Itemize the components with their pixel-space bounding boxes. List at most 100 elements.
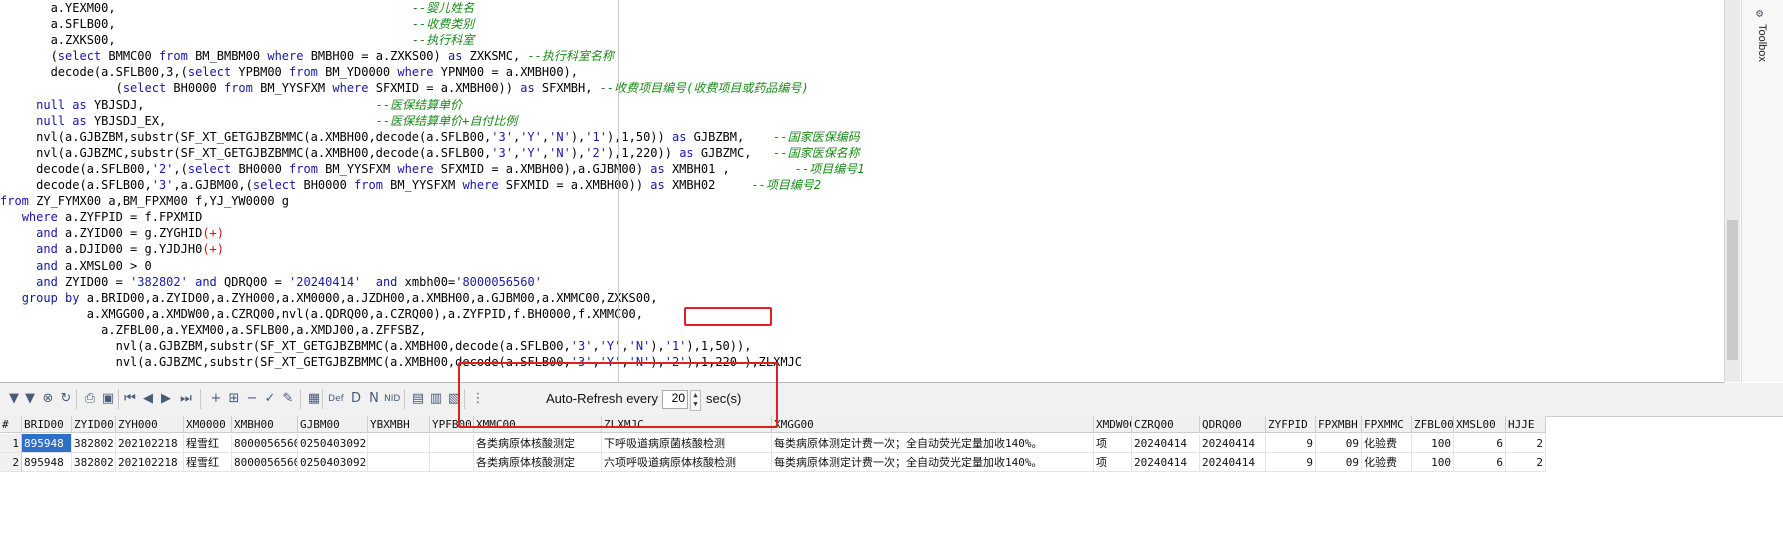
grid-cell[interactable]: 各类病原体核酸测定 — [474, 453, 602, 472]
code-token: a.ZFBL00,a.YEXM00,a.SFLB00,a.XMDJ00,a.ZF… — [0, 322, 427, 337]
grid-cell[interactable]: 六项呼吸道病原体核酸检测 — [602, 453, 772, 472]
refresh-icon[interactable]: ↻ — [58, 390, 74, 408]
column-header[interactable]: # — [0, 416, 22, 433]
set-value-d-icon[interactable]: D — [348, 390, 364, 408]
grid-cell[interactable]: 382802 — [72, 453, 116, 472]
grid-cell[interactable]: 2 — [1506, 453, 1546, 472]
grid-cell[interactable]: 化验费 — [1362, 434, 1412, 453]
query-by-example-icon[interactable]: ▦ — [306, 390, 322, 408]
post-record-icon[interactable]: ✓ — [262, 390, 278, 408]
grid-cell[interactable]: 202102218 — [116, 453, 184, 472]
code-token: a.ZYFPID = f.FPXMID — [57, 210, 203, 225]
row-number[interactable]: 2 — [0, 453, 22, 472]
last-record-icon[interactable]: ⏭ — [178, 390, 194, 408]
grid-cell[interactable]: 100 — [1412, 434, 1454, 453]
grid-cell[interactable]: 下呼吸道病原菌核酸检测 — [602, 434, 772, 453]
editor-vertical-scrollbar[interactable] — [1724, 0, 1740, 382]
grid-cell[interactable]: 20240414 — [1132, 434, 1200, 453]
column-header[interactable]: QDRQ00 — [1200, 416, 1266, 433]
grid-cell[interactable]: 895948 — [22, 434, 72, 453]
column-header[interactable]: YBXMBH — [368, 416, 430, 433]
set-value-n-icon[interactable]: N — [366, 390, 382, 408]
grid-cell[interactable]: 8000056560 — [232, 434, 298, 453]
toolbox-panel[interactable]: ⚙ Toolbox — [1741, 0, 1783, 382]
column-header[interactable]: ZYFPID — [1266, 416, 1316, 433]
grid-cell[interactable]: 每类病原体测定计费一次；全自动荧光定量加收140%。 — [772, 434, 1094, 453]
filter-icon[interactable]: ▼ — [6, 390, 22, 408]
code-token: SFXMID = a.XMBH00)) — [498, 178, 651, 193]
column-header[interactable]: XM0000 — [184, 416, 232, 433]
single-record-view-icon[interactable]: ▤ — [410, 390, 426, 408]
code-token: from — [289, 161, 318, 176]
grid-cell[interactable]: 20240414 — [1200, 434, 1266, 453]
insert-record-icon[interactable]: + — [208, 390, 224, 408]
row-number[interactable]: 1 — [0, 434, 22, 453]
grid-cell[interactable]: 6 — [1454, 434, 1506, 453]
column-header[interactable]: XMSL00 — [1454, 416, 1506, 433]
grid-cell[interactable]: 程雪红 — [184, 434, 232, 453]
grid-cell[interactable]: 895948 — [22, 453, 72, 472]
result-grid[interactable]: # BRID00 ZYID00 ZYH000 XM0000 XMBH00 GJBM00 YBX… — [0, 416, 1783, 486]
grid-cell[interactable]: 项 — [1094, 453, 1132, 472]
save-icon[interactable]: ▣ — [100, 390, 116, 408]
grid-cell[interactable]: 9 — [1266, 453, 1316, 472]
grid-cell[interactable]: 程雪红 — [184, 453, 232, 472]
grid-cell[interactable] — [368, 434, 430, 453]
code-token: where — [21, 210, 58, 225]
first-record-icon[interactable]: ⏮ — [122, 390, 138, 408]
grid-view-icon[interactable]: ▥ — [428, 390, 444, 408]
grid-cell[interactable]: 9 — [1266, 434, 1316, 453]
delete-record-icon[interactable]: − — [244, 390, 260, 408]
default-icon[interactable]: Def — [328, 390, 344, 408]
grid-cell[interactable]: 382802 — [72, 434, 116, 453]
column-header[interactable]: FPXMBH — [1316, 416, 1362, 433]
column-header[interactable]: CZRQ00 — [1132, 416, 1200, 433]
code-token: --医保结算单价+自付比例 — [375, 113, 518, 128]
grid-cell[interactable] — [430, 453, 474, 472]
code-line: (select BMMC00 from BM_BMBM00 where BMBH… — [0, 48, 864, 64]
grid-cell[interactable]: 6 — [1454, 453, 1506, 472]
column-header[interactable]: ZYID00 — [72, 416, 116, 433]
grid-cell[interactable]: 2 — [1506, 434, 1546, 453]
insert-list-icon[interactable]: ⊞ — [226, 390, 242, 408]
grid-cell[interactable]: 8000056560 — [232, 453, 298, 472]
next-record-icon[interactable]: ▶ — [158, 390, 174, 408]
grid-cell[interactable]: 09 — [1316, 453, 1362, 472]
grid-cell[interactable]: 化验费 — [1362, 453, 1412, 472]
column-header[interactable]: BRID00 — [22, 416, 72, 433]
sql-editor[interactable]: a.YEXM00, --婴儿姓名 a.SFLB00, --收费类别 a.ZXKS… — [0, 0, 1724, 383]
grid-cell[interactable]: 202102218 — [116, 434, 184, 453]
grid-cell[interactable] — [368, 453, 430, 472]
code-token: YPBM00 — [231, 65, 289, 80]
code-token: '20240414' — [289, 274, 362, 289]
column-header[interactable]: XMDW00 — [1094, 416, 1132, 433]
grid-cell[interactable]: 09 — [1316, 434, 1362, 453]
grid-cell[interactable]: 各类病原体核酸测定 — [474, 434, 602, 453]
column-header[interactable]: GJBM00 — [298, 416, 368, 433]
print-icon[interactable]: ⎙ — [82, 390, 98, 408]
column-header[interactable]: ZYH000 — [116, 416, 184, 433]
grid-cell[interactable]: 每类病原体测定计费一次；全自动荧光定量加收140%。 — [772, 453, 1094, 472]
code-token: select — [252, 178, 297, 193]
grid-cell[interactable]: 0250403092 — [298, 434, 368, 453]
prior-record-icon[interactable]: ◀ — [140, 390, 156, 408]
null-icon[interactable]: NID — [384, 390, 400, 408]
grid-cell[interactable]: 20240414 — [1132, 453, 1200, 472]
code-line: and a.ZYID00 = g.ZYGHID(+) — [0, 225, 864, 241]
code-token: as — [520, 81, 535, 96]
grid-cell[interactable]: 20240414 — [1200, 453, 1266, 472]
filter-clear-icon[interactable]: ▼ — [22, 390, 38, 408]
column-header[interactable]: XMBH00 — [232, 416, 298, 433]
column-header[interactable]: XMGG00 — [772, 416, 1094, 433]
grid-cell[interactable]: 0250403092 — [298, 453, 368, 472]
grid-cell[interactable]: 项 — [1094, 434, 1132, 453]
grid-cell[interactable]: 100 — [1412, 453, 1454, 472]
cancel-icon[interactable]: ⊗ — [40, 390, 56, 408]
scrollbar-thumb[interactable] — [1727, 220, 1738, 360]
edit-icon[interactable]: ✎ — [280, 390, 296, 408]
column-header[interactable]: HJJE — [1506, 416, 1546, 433]
column-header[interactable]: FPXMMC — [1362, 416, 1412, 433]
grid-cell[interactable] — [430, 434, 474, 453]
column-header[interactable]: ZFBL00 — [1412, 416, 1454, 433]
